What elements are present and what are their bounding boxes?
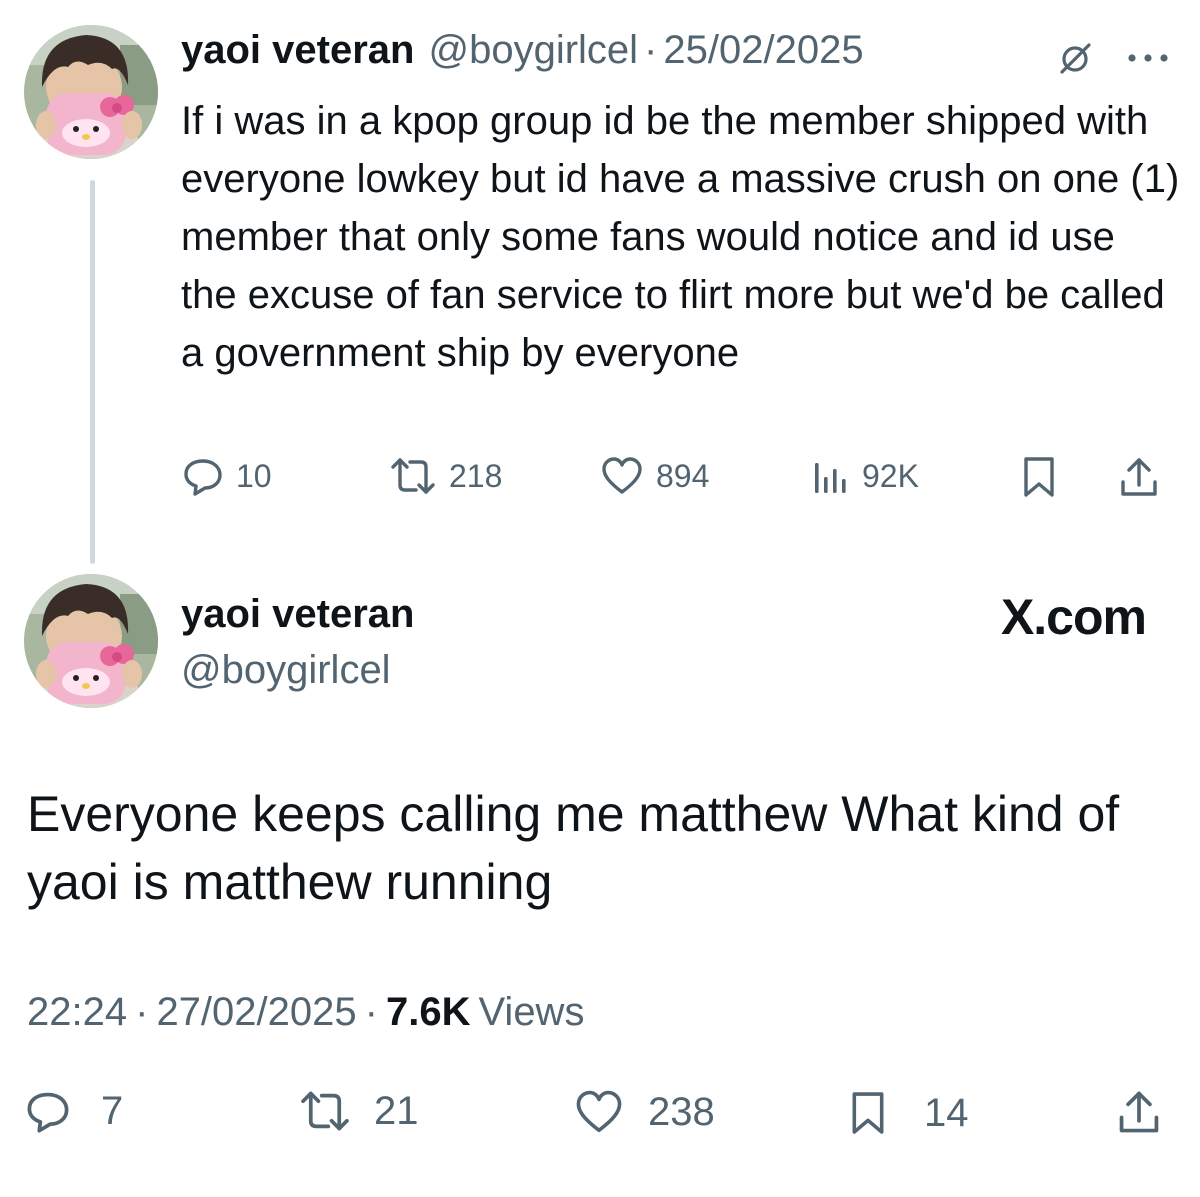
ellipsis-icon[interactable]: [1126, 48, 1170, 68]
reply-button[interactable]: 7: [25, 1088, 123, 1134]
bookmark-button[interactable]: [1020, 455, 1058, 499]
thread-connector-line: [90, 180, 95, 564]
like-count: 238: [648, 1089, 715, 1134]
bookmark-button[interactable]: 14: [848, 1088, 969, 1138]
display-name[interactable]: yaoi veteran: [181, 592, 414, 637]
like-count: 894: [656, 457, 710, 494]
tweet-meta: 22:24 · 27/02/2025 · 7.6K Views: [27, 990, 584, 1035]
bookmark-icon: [852, 1092, 884, 1134]
repost-button[interactable]: 218: [389, 455, 502, 497]
tweet-time[interactable]: 22:24: [27, 990, 127, 1035]
platform-logo: X.com: [1000, 589, 1147, 645]
tweet-text: Everyone keeps calling me matthew What k…: [27, 786, 1120, 910]
tweet-header: yaoi veteran @boygirlcel · 25/02/2025: [181, 28, 864, 88]
display-name[interactable]: yaoi veteran: [181, 28, 414, 73]
repost-arrows-icon: [391, 458, 435, 494]
reply-button[interactable]: 10: [182, 455, 272, 497]
like-button[interactable]: 894: [600, 455, 709, 497]
heart-icon: [602, 457, 642, 494]
bookmark-icon: [1024, 457, 1054, 497]
heart-icon: [576, 1090, 622, 1133]
share-button[interactable]: [1118, 455, 1160, 499]
user-handle[interactable]: @boygirlcel: [428, 28, 638, 73]
share-upload-icon: [1121, 458, 1157, 496]
bookmark-count: 14: [924, 1090, 969, 1135]
repost-arrows-icon: [301, 1091, 349, 1131]
bar-chart-icon: [815, 463, 846, 493]
tweet-date[interactable]: 27/02/2025: [156, 990, 356, 1035]
share-upload-icon: [1119, 1091, 1159, 1133]
views-label: Views: [478, 990, 585, 1034]
tweet-actions: 10 218 894 92K: [0, 455, 1200, 505]
avatar[interactable]: [24, 574, 158, 708]
views-button[interactable]: 92K: [812, 455, 919, 497]
tweet-date[interactable]: 25/02/2025: [663, 28, 863, 73]
repost-count: 21: [374, 1088, 419, 1133]
view-count: 92K: [862, 457, 919, 494]
repost-count: 218: [449, 457, 503, 494]
tweet-text: If i was in a kpop group id be the membe…: [181, 99, 1180, 375]
avatar[interactable]: [24, 25, 158, 159]
slashed-circle-icon[interactable]: [1055, 38, 1095, 78]
reply-count: 7: [101, 1088, 124, 1133]
separator-dot: ·: [364, 990, 378, 1034]
reply-count: 10: [236, 457, 272, 494]
separator-dot: ·: [644, 28, 658, 72]
user-handle[interactable]: @boygirlcel: [181, 648, 391, 693]
share-button[interactable]: [1116, 1088, 1162, 1136]
view-count: 7.6K: [385, 990, 471, 1034]
speech-bubble-icon: [184, 459, 222, 496]
repost-button[interactable]: 21: [298, 1088, 419, 1134]
like-button[interactable]: 238: [572, 1088, 715, 1136]
speech-bubble-icon: [27, 1092, 69, 1133]
separator-dot: ·: [135, 990, 149, 1034]
tweet-actions: 7 21 238 14: [0, 1088, 1200, 1138]
